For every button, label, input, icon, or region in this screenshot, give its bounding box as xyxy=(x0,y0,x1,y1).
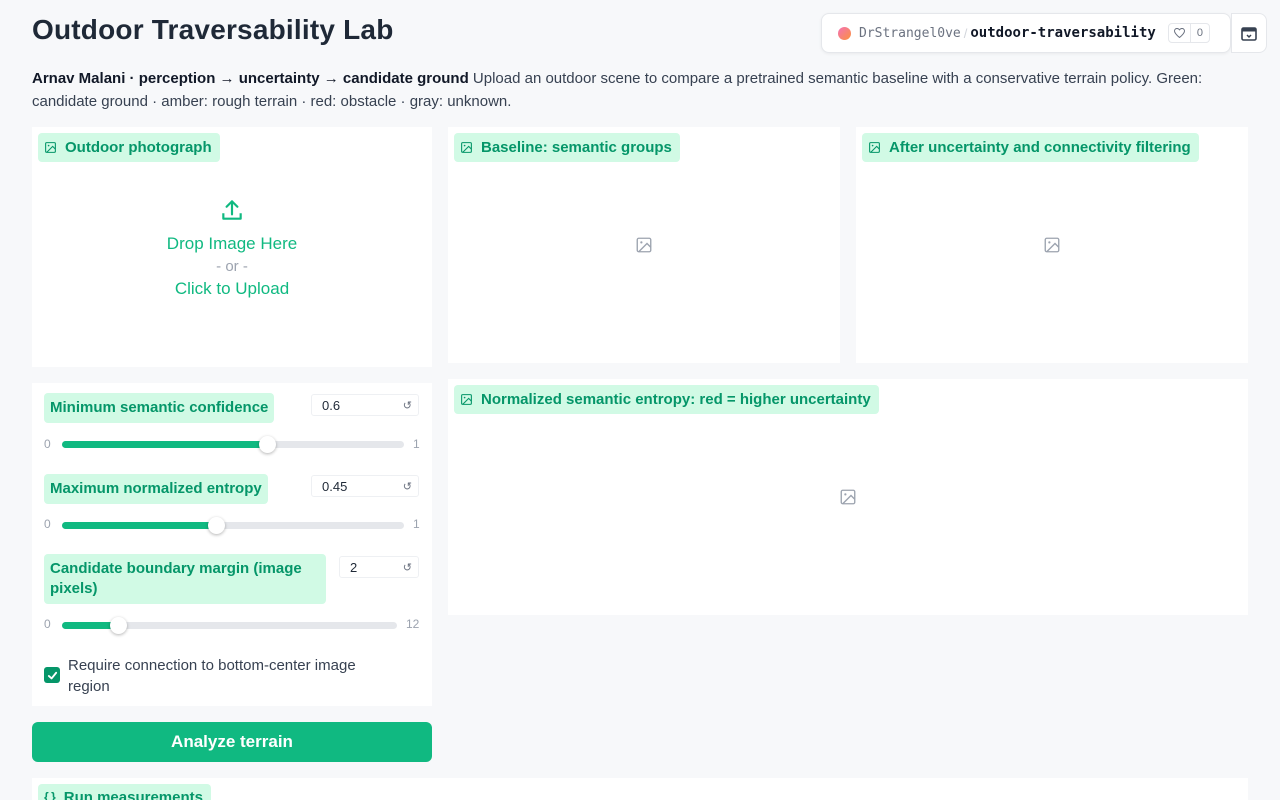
confidence-value: 0.6 xyxy=(322,397,341,413)
connection-checkbox-label[interactable]: Require connection to bottom-center imag… xyxy=(68,655,388,697)
empty-image-icon xyxy=(840,489,856,505)
page-description: Arnav Malani · perception → uncertainty … xyxy=(32,67,1242,113)
space-badge: DrStrangel0ve / outdoor-traversability 0 xyxy=(821,13,1231,53)
like-count: 0 xyxy=(1196,27,1203,39)
baseline-panel-label: Baseline: semantic groups xyxy=(454,133,680,162)
confidence-slider-thumb[interactable] xyxy=(259,436,276,453)
entropy-panel-label-text: Normalized semantic entropy: red = highe… xyxy=(481,391,871,408)
confidence-max: 1 xyxy=(413,437,420,451)
input-panel-label: Outdoor photograph xyxy=(38,133,220,162)
filtered-panel-label-text: After uncertainty and connectivity filte… xyxy=(889,139,1191,156)
confidence-number-input[interactable]: 0.6 ↺ xyxy=(311,394,419,416)
baseline-output-panel: Baseline: semantic groups xyxy=(448,127,840,363)
connection-checkbox[interactable] xyxy=(44,667,60,683)
upload-icon xyxy=(222,200,242,220)
margin-slider[interactable] xyxy=(62,617,397,634)
entropy-slider-fill xyxy=(62,522,216,529)
image-upload-panel[interactable]: Outdoor photograph Drop Image Here - or … xyxy=(32,127,432,367)
margin-min: 0 xyxy=(44,617,51,631)
analyze-terrain-button[interactable]: Analyze terrain xyxy=(32,722,432,762)
margin-max: 12 xyxy=(406,617,420,631)
filtered-output-panel: After uncertainty and connectivity filte… xyxy=(856,127,1248,363)
drop-image-text: Drop Image Here xyxy=(166,234,298,253)
measurements-panel: { } Run measurements xyxy=(32,778,1248,800)
margin-value: 2 xyxy=(350,559,358,575)
space-owner-link[interactable]: DrStrangel0ve xyxy=(859,26,961,41)
confidence-slider[interactable] xyxy=(62,436,404,453)
margin-number-input[interactable]: 2 ↺ xyxy=(339,556,419,578)
path-separator: / xyxy=(963,25,968,41)
baseline-panel-label-text: Baseline: semantic groups xyxy=(481,139,672,156)
entropy-slider[interactable] xyxy=(62,517,404,534)
user-avatar xyxy=(838,26,851,40)
empty-image-icon xyxy=(1044,237,1060,253)
page-title: Outdoor Traversability Lab xyxy=(32,14,394,45)
input-panel-label-text: Outdoor photograph xyxy=(65,139,212,156)
entropy-output-panel: Normalized semantic entropy: red = highe… xyxy=(448,379,1248,615)
confidence-min: 0 xyxy=(44,437,51,451)
checkmark-icon xyxy=(47,671,57,679)
space-repo-link[interactable]: outdoor-traversability xyxy=(970,25,1155,41)
image-icon xyxy=(460,393,473,406)
image-icon xyxy=(460,141,473,154)
measurements-panel-label: { } Run measurements xyxy=(38,784,211,800)
measurements-panel-label-text: Run measurements xyxy=(63,788,203,800)
calendar-menu-icon xyxy=(1241,26,1257,41)
entropy-max: 1 xyxy=(413,517,420,531)
image-icon xyxy=(868,141,881,154)
upload-dropzone[interactable]: Drop Image Here - or - Click to Upload xyxy=(32,197,432,299)
reset-icon[interactable]: ↺ xyxy=(403,480,412,493)
click-to-upload-text[interactable]: Click to Upload xyxy=(32,279,432,299)
reset-icon[interactable]: ↺ xyxy=(403,561,412,574)
entropy-min: 0 xyxy=(44,517,51,531)
entropy-number-input[interactable]: 0.45 ↺ xyxy=(311,475,419,497)
heart-icon xyxy=(1169,24,1191,42)
like-button[interactable]: 0 xyxy=(1167,23,1210,43)
margin-slider-thumb[interactable] xyxy=(110,617,127,634)
entropy-slider-thumb[interactable] xyxy=(208,517,225,534)
json-braces-icon: { } xyxy=(44,790,56,800)
space-menu-button[interactable] xyxy=(1231,13,1267,53)
filtered-panel-label: After uncertainty and connectivity filte… xyxy=(862,133,1199,162)
empty-image-icon xyxy=(636,237,652,253)
entropy-label: Maximum normalized entropy xyxy=(44,474,268,504)
entropy-value: 0.45 xyxy=(322,478,348,494)
description-author: Arnav Malani · perception → uncertainty … xyxy=(32,70,469,87)
or-text: - or - xyxy=(216,258,248,275)
margin-label: Candidate boundary margin (image pixels) xyxy=(44,554,326,604)
confidence-slider-fill xyxy=(62,441,267,448)
entropy-panel-label: Normalized semantic entropy: red = highe… xyxy=(454,385,879,414)
reset-icon[interactable]: ↺ xyxy=(403,399,412,412)
image-icon xyxy=(44,141,57,154)
confidence-label: Minimum semantic confidence xyxy=(44,393,275,423)
